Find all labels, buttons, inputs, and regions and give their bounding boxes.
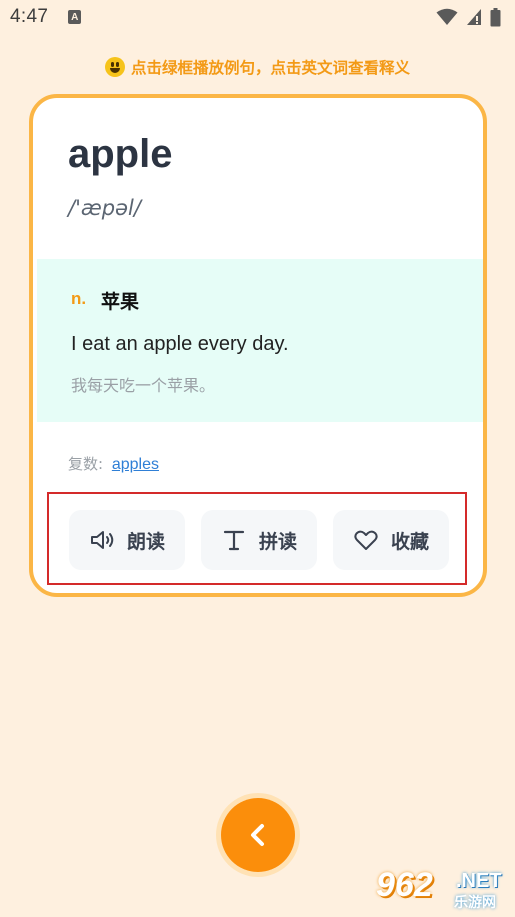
watermark-number: 962 (376, 866, 433, 904)
watermark-logo: 962 .NET 乐游网 (376, 866, 511, 912)
tip-banner: 点击绿框播放例句，点击英文词查看释义 (0, 56, 515, 78)
read-aloud-label: 朗读 (126, 530, 165, 553)
signal-icon (467, 9, 481, 25)
status-time: 4:47 (10, 6, 49, 27)
phonetic: /'æpəl/ (68, 196, 141, 220)
back-button[interactable] (216, 793, 300, 877)
plural-link[interactable]: apples (112, 456, 159, 473)
part-of-speech: n. (71, 289, 87, 308)
actions-highlight-frame: 朗读 拼读 收藏 (47, 492, 467, 585)
back-button-inner (221, 798, 295, 872)
status-bar: 4:47 A (0, 0, 515, 34)
tip-text: 点击绿框播放例句，点击英文词查看释义 (130, 60, 410, 77)
example-sentence[interactable]: I eat an apple every day. (71, 333, 289, 356)
watermark-domain: .NET (456, 870, 502, 892)
word-title[interactable]: apple (68, 132, 172, 177)
spell-button[interactable]: 拼读 (201, 510, 317, 570)
notification-icon: A (68, 10, 82, 24)
word-card: apple /'æpəl/ n. 苹果 I eat an apple every… (29, 94, 487, 597)
favorite-label: 收藏 (390, 530, 429, 553)
status-indicators (436, 7, 501, 27)
plural-row: 复数: apples (68, 453, 159, 474)
plural-label: 复数: (68, 455, 104, 473)
grinning-face-icon (104, 57, 125, 77)
battery-icon (490, 7, 501, 26)
speaker-icon (90, 531, 114, 549)
spell-label: 拼读 (258, 530, 297, 553)
example-translation: 我每天吃一个苹果。 (71, 376, 216, 395)
chevron-left-icon (251, 824, 264, 846)
favorite-button[interactable]: 收藏 (333, 510, 449, 570)
heart-icon (354, 530, 378, 550)
meaning-box[interactable]: n. 苹果 I eat an apple every day. 我每天吃一个苹果… (37, 259, 483, 422)
read-aloud-button[interactable]: 朗读 (69, 510, 185, 570)
text-icon (223, 530, 245, 551)
meaning-cn: 苹果 (101, 291, 140, 313)
wifi-icon (436, 8, 458, 25)
watermark-cn: 乐游网 (454, 895, 496, 911)
